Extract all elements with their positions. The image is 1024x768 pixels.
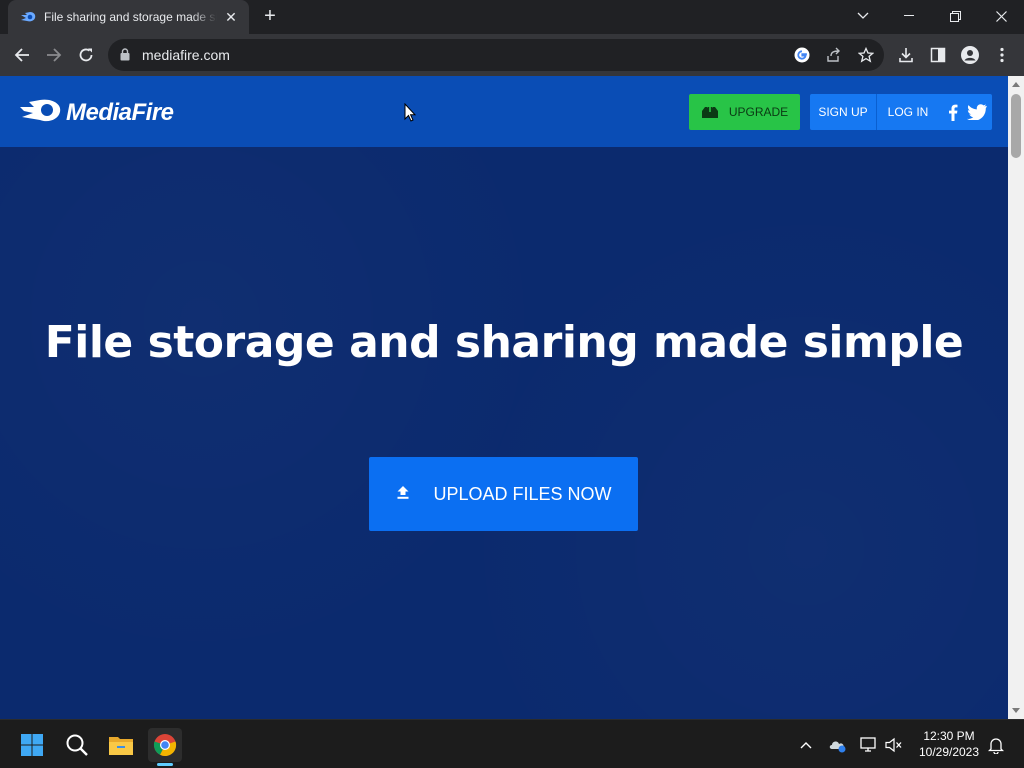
new-tab-icon[interactable]: + xyxy=(259,6,281,28)
hero-section: File storage and sharing made simple UPL… xyxy=(0,147,1008,719)
share-icon[interactable] xyxy=(824,45,844,65)
download-icon[interactable] xyxy=(894,43,918,67)
mouse-cursor-icon xyxy=(404,102,417,127)
upgrade-button[interactable]: UPGRADE xyxy=(689,94,800,130)
upload-files-button[interactable]: UPLOAD FILES NOW xyxy=(369,457,638,531)
menu-kebab-icon[interactable] xyxy=(990,43,1014,67)
mediafire-favicon-icon xyxy=(20,9,36,25)
system-clock[interactable]: 12:30 PM 10/29/2023 xyxy=(912,728,986,760)
restore-icon[interactable] xyxy=(932,0,978,32)
clock-date: 10/29/2023 xyxy=(918,745,980,759)
tab-title: File sharing and storage made simple xyxy=(44,10,217,24)
onedrive-status-icon[interactable] xyxy=(828,735,848,755)
mediafire-logo[interactable]: MediaFire xyxy=(20,97,174,128)
clock-time: 12:30 PM xyxy=(923,729,975,743)
bookmark-star-icon[interactable] xyxy=(856,45,876,65)
upload-files-label: UPLOAD FILES NOW xyxy=(433,483,612,504)
notification-bell-icon[interactable] xyxy=(986,735,1006,755)
profile-icon[interactable] xyxy=(958,43,982,67)
facebook-icon[interactable] xyxy=(943,102,963,122)
url-text[interactable]: mediafire.com xyxy=(142,47,230,63)
login-button[interactable]: LOG IN xyxy=(877,94,939,130)
search-icon[interactable] xyxy=(60,728,94,762)
vertical-scrollbar[interactable] xyxy=(1008,76,1024,719)
browser-tabstrip: File sharing and storage made simple ✕ + xyxy=(0,0,1024,34)
back-arrow-icon[interactable] xyxy=(10,43,34,67)
browser-tab[interactable]: File sharing and storage made simple ✕ xyxy=(8,0,249,34)
mediafire-flame-icon xyxy=(20,97,62,128)
scroll-down-arrow-icon[interactable] xyxy=(1012,708,1020,713)
upgrade-icon xyxy=(701,102,719,122)
file-explorer-icon[interactable] xyxy=(104,728,138,762)
tab-search-icon[interactable] xyxy=(840,0,886,32)
lock-icon[interactable] xyxy=(120,48,130,66)
forward-arrow-icon[interactable] xyxy=(42,43,66,67)
close-window-icon[interactable] xyxy=(978,0,1024,32)
scroll-thumb[interactable] xyxy=(1011,94,1021,158)
network-icon[interactable] xyxy=(859,735,879,755)
tab-close-icon[interactable]: ✕ xyxy=(223,9,239,25)
reload-icon[interactable] xyxy=(74,43,98,67)
hero-title: File storage and sharing made simple xyxy=(44,317,964,368)
browser-toolbar: mediafire.com xyxy=(0,34,1024,76)
minimize-icon[interactable] xyxy=(886,0,932,32)
show-hidden-icons-chevron-icon[interactable] xyxy=(796,735,816,755)
page-viewport[interactable]: MediaFire UPGRADE SIGN UP LOG IN File st… xyxy=(0,76,1008,719)
google-lens-icon[interactable] xyxy=(792,45,812,65)
brand-name: MediaFire xyxy=(66,98,174,126)
chrome-taskbar-icon[interactable] xyxy=(148,728,182,762)
side-panel-icon[interactable] xyxy=(926,43,950,67)
windows-taskbar: 12:30 PM 10/29/2023 xyxy=(0,719,1024,768)
scroll-up-arrow-icon[interactable] xyxy=(1012,82,1020,87)
upload-icon xyxy=(395,484,411,505)
address-bar[interactable]: mediafire.com xyxy=(108,39,884,71)
windows-start-icon[interactable] xyxy=(15,728,49,762)
auth-button-group: SIGN UP LOG IN xyxy=(810,94,992,130)
site-header: MediaFire UPGRADE SIGN UP LOG IN xyxy=(0,76,1008,147)
upgrade-label: UPGRADE xyxy=(728,105,789,119)
signup-button[interactable]: SIGN UP xyxy=(810,94,877,130)
volume-muted-icon[interactable] xyxy=(884,735,904,755)
active-app-indicator xyxy=(157,763,173,766)
twitter-icon[interactable] xyxy=(967,102,987,122)
